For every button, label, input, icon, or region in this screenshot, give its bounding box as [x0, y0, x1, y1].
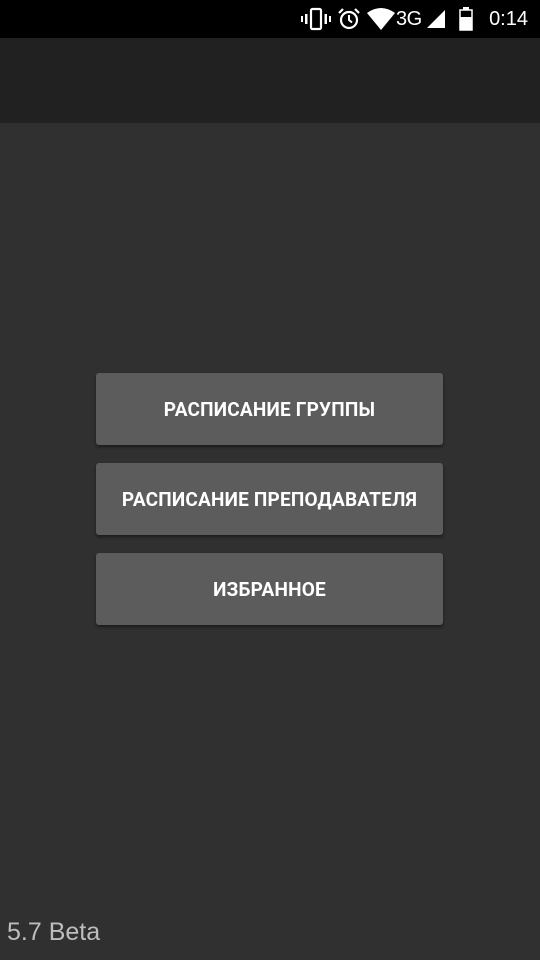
vibrate-icon — [300, 0, 332, 38]
alarm-icon — [336, 0, 362, 38]
status-bar: 3G 0:14 — [0, 0, 540, 38]
status-time: 0:14 — [489, 8, 528, 30]
group-schedule-button[interactable]: РАСПИСАНИЕ ГРУППЫ — [96, 373, 443, 445]
version-label: 5.7 Beta — [7, 918, 101, 946]
teacher-schedule-button[interactable]: РАСПИСАНИЕ ПРЕПОДАВАТЕЛЯ — [96, 463, 443, 535]
network-type-label: 3G — [396, 8, 422, 30]
main-content — [0, 123, 540, 960]
app-bar — [0, 38, 540, 123]
favorites-button[interactable]: ИЗБРАННОЕ — [96, 553, 443, 625]
wifi-icon — [366, 0, 396, 38]
cell-signal-icon — [424, 0, 448, 38]
battery-icon — [458, 0, 474, 38]
